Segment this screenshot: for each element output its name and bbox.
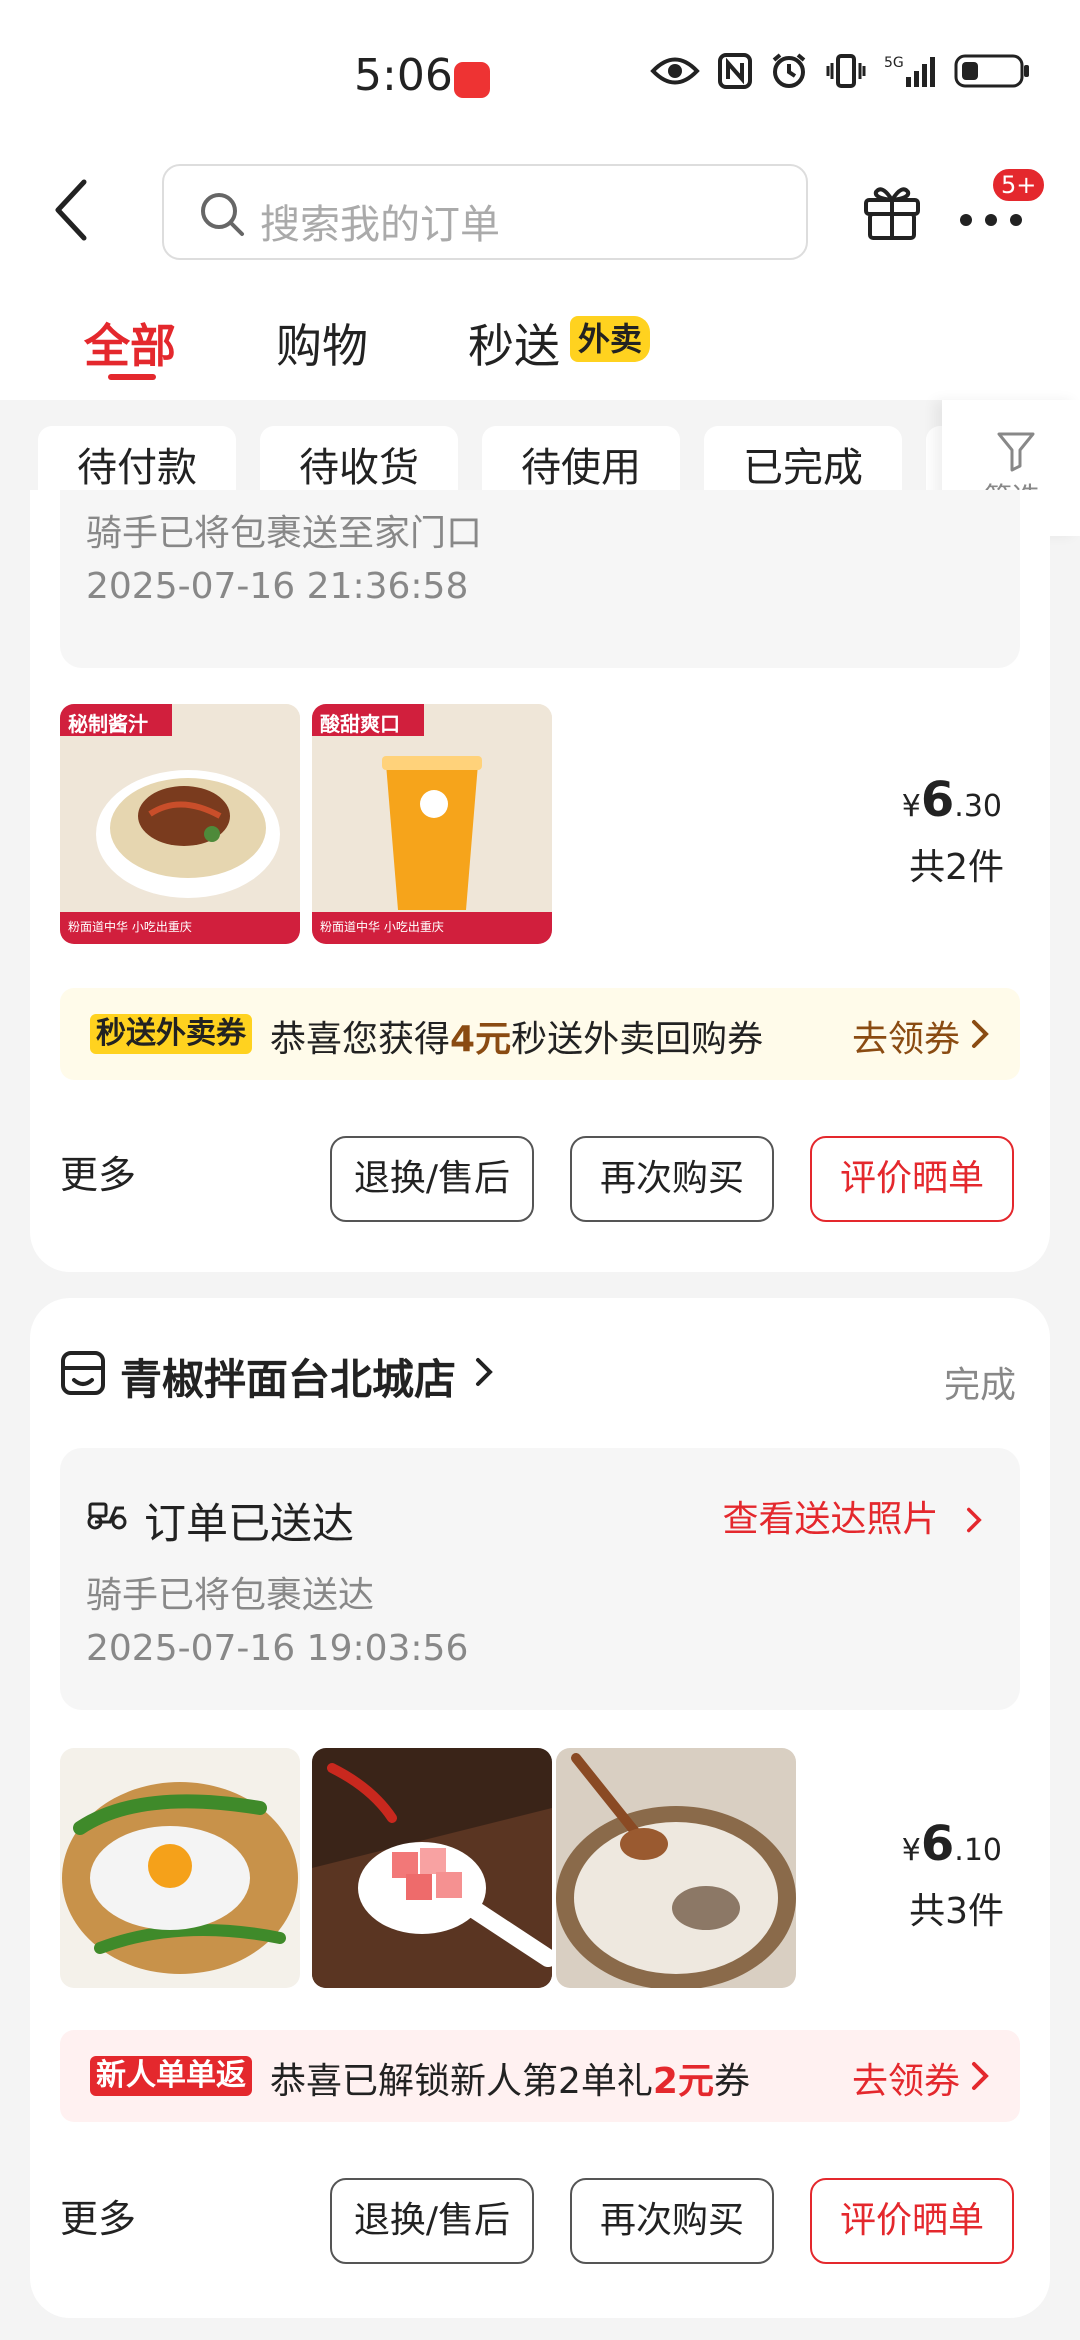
thumbnail-label-bottom: 粉面道中华 小吃出重庆	[68, 920, 192, 934]
tab-flash-delivery[interactable]: 秒送	[468, 310, 560, 376]
order-type-tabs: 全部 购物 秒送 外卖	[0, 274, 1080, 400]
eye-icon	[650, 57, 700, 85]
search-input[interactable]: 搜索我的订单	[162, 164, 808, 260]
noodle-bowl-image	[60, 704, 300, 944]
coupon-text-after: 秒送外卖回购券	[511, 1019, 764, 1060]
review-button[interactable]: 评价晒单	[810, 2178, 1014, 2264]
scooter-icon	[87, 1502, 127, 1530]
chevron-left-icon	[55, 179, 87, 241]
price-decimal: .10	[954, 1833, 1002, 1868]
header: 搜索我的订单 5+	[0, 150, 1080, 274]
price-integer: 6	[920, 772, 955, 828]
view-delivery-photo-link[interactable]: 查看送达照片	[723, 1490, 984, 1542]
gift-icon	[864, 187, 920, 240]
more-actions[interactable]: 更多	[60, 2188, 136, 2243]
delivery-subtitle: 骑手已将包裹送至家门口	[86, 513, 483, 554]
coupon-banner[interactable]: 新人单单返 恭喜已解锁新人第2单礼2元券 去领券	[60, 2030, 1020, 2122]
coupon-amount: 4元	[450, 1019, 512, 1060]
tab-all[interactable]: 全部	[84, 310, 176, 376]
chevron-right-icon	[967, 1507, 982, 1533]
huawei-notification-icon	[454, 62, 490, 98]
tab-shopping[interactable]: 购物	[276, 310, 368, 376]
funnel-icon	[997, 432, 1035, 472]
more-actions[interactable]: 更多	[60, 1144, 136, 1199]
chevron-right-icon	[476, 1358, 493, 1386]
delivery-title: 订单已送达	[144, 1499, 355, 1548]
thumbnail-label-bottom: 粉面道中华 小吃出重庆	[320, 920, 444, 934]
thumbnail-label-top: 秘制酱汁	[68, 712, 148, 736]
buy-again-button[interactable]: 再次购买	[570, 2178, 774, 2264]
battery-icon	[954, 54, 1029, 88]
notification-badge: 5+	[990, 166, 1048, 204]
status-time: 5:06	[354, 50, 453, 101]
takeout-tag: 外卖	[570, 316, 651, 362]
chevron-right-icon	[972, 1020, 989, 1048]
status-icons: 5G	[650, 52, 1030, 90]
claim-coupon-link[interactable]: 去领券	[852, 1010, 960, 1062]
coupon-text-before: 恭喜已解锁新人第2单礼	[270, 2061, 653, 2102]
buy-again-button[interactable]: 再次购买	[570, 1136, 774, 1222]
thumbnail-label-top: 酸甜爽口	[320, 712, 400, 736]
chevron-right-icon	[972, 2062, 989, 2090]
order-card[interactable]: 青椒拌面台北城店 完成 订单已送达 查看送达照片 骑手已将包裹送达 2025-0…	[30, 1298, 1050, 2318]
store-icon	[61, 1351, 105, 1395]
delivery-status-box[interactable]: 骑手已将包裹送至家门口 2025-07-16 21:36:58	[60, 490, 1020, 668]
back-button[interactable]	[52, 178, 112, 248]
vibrate-icon	[826, 54, 866, 88]
coupon-text: 恭喜已解锁新人第2单礼2元券	[270, 2052, 750, 2104]
product-thumbnail[interactable]: 酸甜爽口 粉面道中华 小吃出重庆	[312, 704, 552, 944]
coupon-text-after: 券	[713, 2061, 750, 2102]
coupon-tag: 新人单单返	[90, 2056, 252, 2096]
order-price: ¥6.10	[902, 1816, 1002, 1872]
return-service-button[interactable]: 退换/售后	[330, 2178, 534, 2264]
order-item-count: 共3件	[909, 1891, 1004, 1932]
nfc-icon	[718, 53, 752, 89]
delivery-subtitle: 骑手已将包裹送达	[86, 1575, 375, 1616]
coupon-text: 恭喜您获得4元秒送外卖回购券	[270, 1010, 763, 1062]
delivery-time: 2025-07-16 21:36:58	[86, 566, 469, 607]
return-service-button[interactable]: 退换/售后	[330, 1136, 534, 1222]
store-name[interactable]: 青椒拌面台北城店	[120, 1346, 456, 1407]
radish-cubes-image	[312, 1748, 552, 1988]
coupon-text-before: 恭喜您获得	[270, 1019, 451, 1060]
svg-text:5G: 5G	[884, 55, 904, 71]
order-status: 完成	[943, 1365, 1016, 1406]
noodle-egg-image	[60, 1748, 300, 1988]
price-decimal: .30	[954, 789, 1002, 824]
soup-bowl-image	[556, 1748, 796, 1988]
search-placeholder: 搜索我的订单	[260, 202, 500, 248]
delivery-time: 2025-07-16 19:03:56	[86, 1628, 469, 1669]
product-thumbnail[interactable]: 秘制酱汁 粉面道中华 小吃出重庆	[60, 704, 300, 944]
claim-coupon-link[interactable]: 去领券	[852, 2052, 960, 2104]
search-icon	[201, 193, 244, 236]
drink-cup-image	[312, 704, 552, 944]
product-thumbnail[interactable]	[556, 1748, 796, 1988]
product-thumbnail[interactable]	[60, 1748, 300, 1988]
coupon-banner[interactable]: 秒送外卖券 恭喜您获得4元秒送外卖回购券 去领券	[60, 988, 1020, 1080]
product-thumbnail[interactable]	[312, 1748, 552, 1988]
view-delivery-photo-label: 查看送达照片	[722, 1499, 939, 1540]
signal-icon: 5G	[884, 55, 935, 87]
price-currency: ¥	[901, 1833, 921, 1868]
review-button[interactable]: 评价晒单	[810, 1136, 1014, 1222]
coupon-tag: 秒送外卖券	[90, 1014, 252, 1054]
delivery-status-box[interactable]: 订单已送达 查看送达照片 骑手已将包裹送达 2025-07-16 19:03:5…	[60, 1448, 1020, 1710]
coupon-amount: 2元	[652, 2061, 714, 2102]
alarm-icon	[772, 53, 806, 88]
status-bar: 5:06 5G	[0, 0, 1080, 150]
tab-active-indicator	[108, 374, 156, 380]
order-price: ¥6.30	[902, 772, 1002, 828]
gift-button[interactable]	[862, 180, 922, 244]
order-card[interactable]: 骑手已将包裹送至家门口 2025-07-16 21:36:58 秘制酱汁 粉面道…	[30, 490, 1050, 1272]
price-integer: 6	[920, 1816, 955, 1872]
order-item-count: 共2件	[909, 847, 1004, 888]
price-currency: ¥	[901, 789, 921, 824]
